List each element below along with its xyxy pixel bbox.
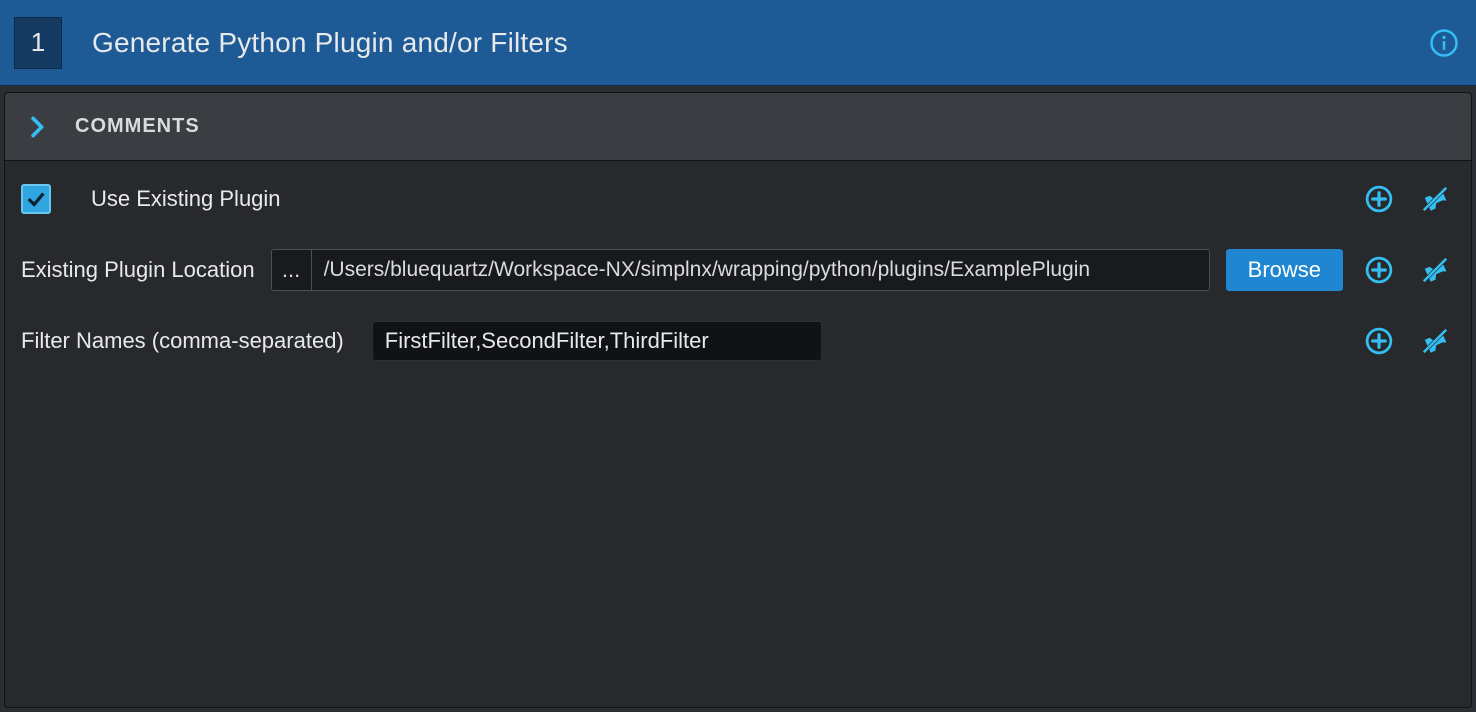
filter-config-panel: 1 Generate Python Plugin and/or Filters … bbox=[0, 0, 1476, 712]
add-circle-icon[interactable] bbox=[1359, 179, 1399, 219]
form-body: Use Existing Plugin bbox=[5, 161, 1471, 379]
page-title: Generate Python Plugin and/or Filters bbox=[92, 27, 1426, 59]
plugin-location-input[interactable] bbox=[311, 249, 1210, 291]
path-input-group: ... bbox=[271, 249, 1210, 291]
filter-names-label: Filter Names (comma-separated) bbox=[21, 328, 344, 354]
row-filter-names: Filter Names (comma-separated) bbox=[21, 321, 1455, 361]
title-bar: 1 Generate Python Plugin and/or Filters bbox=[0, 0, 1476, 86]
use-existing-checkbox[interactable] bbox=[21, 184, 51, 214]
add-circle-icon[interactable] bbox=[1359, 321, 1399, 361]
add-circle-icon[interactable] bbox=[1359, 250, 1399, 290]
browse-button[interactable]: Browse bbox=[1226, 249, 1343, 291]
step-number-badge: 1 bbox=[14, 17, 62, 69]
plugin-location-label: Existing Plugin Location bbox=[21, 257, 255, 283]
use-existing-label: Use Existing Plugin bbox=[91, 186, 281, 212]
pin-off-icon[interactable] bbox=[1415, 179, 1455, 219]
comments-label: COMMENTS bbox=[75, 115, 200, 138]
main-panel: COMMENTS Use Existing Plugin bbox=[4, 92, 1472, 708]
chevron-right-icon[interactable] bbox=[25, 116, 51, 138]
path-ellipsis-button[interactable]: ... bbox=[271, 249, 311, 291]
pin-off-icon[interactable] bbox=[1415, 321, 1455, 361]
comments-section-header[interactable]: COMMENTS bbox=[5, 93, 1471, 161]
row-plugin-location: Existing Plugin Location ... Browse bbox=[21, 249, 1455, 291]
row-use-existing: Use Existing Plugin bbox=[21, 179, 1455, 219]
pin-off-icon[interactable] bbox=[1415, 250, 1455, 290]
step-number: 1 bbox=[31, 27, 45, 58]
info-icon[interactable] bbox=[1426, 25, 1462, 61]
filter-names-input[interactable] bbox=[372, 321, 822, 361]
